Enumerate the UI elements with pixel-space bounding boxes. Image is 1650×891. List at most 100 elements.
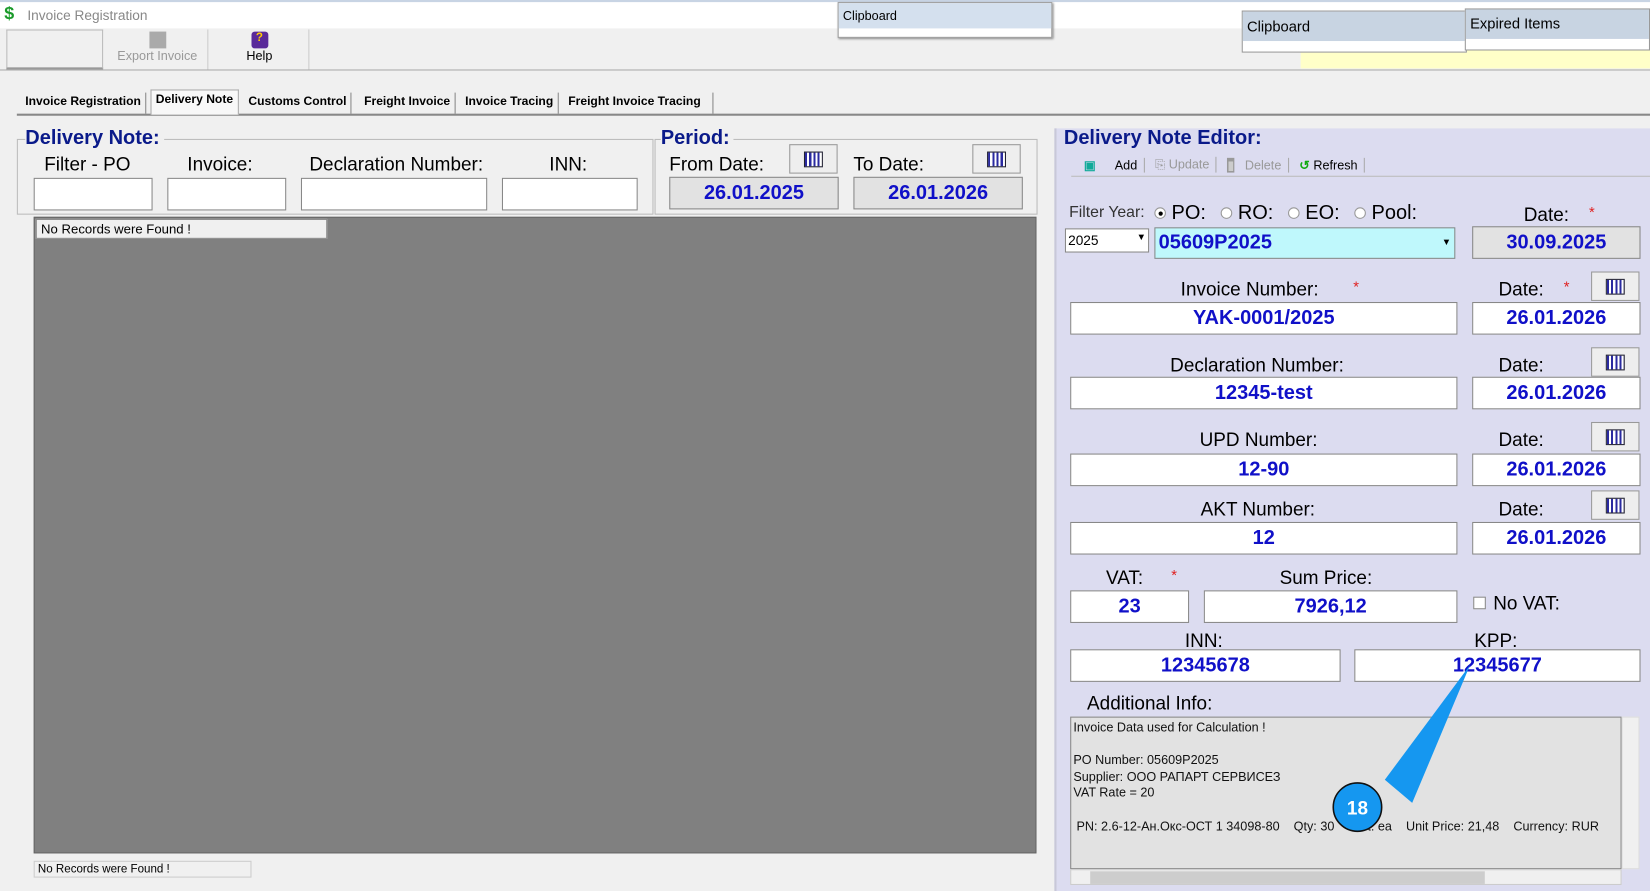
calendar-icon [987, 151, 1006, 167]
upd-number-field[interactable]: 12-90 [1070, 453, 1458, 487]
declaration-number-label: Declaration Number: [1170, 354, 1344, 376]
declaration-date-field[interactable]: 26.01.2026 [1472, 376, 1641, 410]
divider [0, 69, 1650, 71]
update-button[interactable]: ⎘ Update [1155, 156, 1217, 173]
invoice-number-label: Invoice Number: [1180, 278, 1319, 300]
calendar-icon [1605, 354, 1625, 370]
dollar-icon: $ [4, 3, 15, 24]
radio-eo-label: EO: [1305, 202, 1340, 225]
from-date-field[interactable]: 26.01.2025 [669, 176, 839, 210]
grid-empty-message: No Records were Found ! [35, 218, 328, 239]
inn-filter-label: INN: [549, 153, 588, 175]
inn-field[interactable]: 12345678 [1070, 649, 1341, 682]
export-invoice-button[interactable]: Export Invoice [107, 29, 209, 70]
po-dropdown[interactable]: 05609P2025 ▼ [1154, 227, 1456, 259]
to-date-calendar-button[interactable] [972, 144, 1021, 174]
annotation-number: 18 [1347, 798, 1368, 819]
invoice-date-label: Date: [1498, 278, 1544, 300]
expired-items-item[interactable]: Expired Items [1465, 9, 1649, 39]
vertical-scrollbar[interactable] [1621, 716, 1640, 870]
upd-date-calendar-button[interactable] [1591, 421, 1640, 452]
radio-eo[interactable]: EO: [1288, 202, 1340, 225]
from-date-calendar-button[interactable] [789, 144, 838, 174]
tab-freight-invoice[interactable]: Freight Invoice [360, 92, 456, 114]
akt-date-field[interactable]: 26.01.2026 [1472, 521, 1641, 555]
tab-customs-control[interactable]: Customs Control [244, 92, 352, 114]
radio-pool[interactable]: Pool: [1354, 202, 1417, 225]
annotation-pointer [1384, 665, 1471, 803]
tab-strip-line [16, 113, 1650, 116]
delete-label: Delete [1244, 157, 1282, 173]
filter-po-input[interactable] [33, 177, 153, 211]
vat-field[interactable]: 23 [1070, 590, 1190, 623]
required-marker: * [1588, 203, 1595, 220]
to-date-field[interactable]: 26.01.2026 [853, 176, 1023, 210]
declaration-date-calendar-button[interactable] [1591, 347, 1640, 377]
akt-number-label: AKT Number: [1200, 498, 1316, 520]
refresh-label: Refresh [1313, 157, 1358, 173]
tab-delivery-note[interactable]: Delivery Note [150, 89, 239, 115]
clipboard-item[interactable]: Clipboard [838, 3, 1052, 29]
help-label: Help [246, 48, 273, 64]
upd-number-label: UPD Number: [1199, 429, 1318, 451]
refresh-icon: ↺ [1299, 157, 1310, 173]
year-dropdown[interactable]: 2025 ▼ [1064, 228, 1150, 253]
app-window: Invoice Registration $ Export Invoice ? … [0, 0, 1650, 891]
add-button[interactable]: ▣ Add [1083, 157, 1145, 173]
delivery-note-grid[interactable] [33, 216, 1037, 854]
invoice-date-field[interactable]: 26.01.2026 [1472, 302, 1641, 335]
editor-title: Delivery Note Editor: [1063, 127, 1262, 150]
refresh-button[interactable]: ↺ Refresh [1299, 157, 1365, 173]
expired-items-popup[interactable]: Expired Items [1464, 8, 1650, 51]
delivery-note-title: Delivery Note: [25, 127, 164, 151]
horizontal-scrollbar[interactable] [1070, 869, 1622, 885]
delete-button[interactable]: ▮ Delete [1227, 157, 1289, 173]
po-date-field[interactable]: 30.09.2025 [1472, 226, 1641, 259]
export-icon [148, 31, 166, 49]
help-book-icon: ? [250, 31, 268, 49]
invoice-date-calendar-button[interactable] [1591, 271, 1640, 301]
required-marker: * [1171, 566, 1177, 583]
sum-price-label: Sum Price: [1279, 567, 1373, 589]
calendar-icon [1605, 278, 1625, 295]
additional-info-label: Additional Info: [1087, 692, 1213, 714]
tab-freight-invoice-tracing[interactable]: Freight Invoice Tracing [564, 92, 714, 114]
new-document-icon: ▣ [1083, 157, 1096, 173]
upd-date-label: Date: [1498, 429, 1544, 451]
clipboard-popup[interactable]: Clipboard [837, 2, 1053, 38]
akt-number-field[interactable]: 12 [1070, 521, 1458, 555]
annotation-callout: 18 [1332, 665, 1471, 833]
clipboard-item-2[interactable]: Clipboard [1242, 11, 1466, 42]
no-vat-checkbox[interactable] [1473, 596, 1486, 610]
calendar-icon [1605, 497, 1625, 513]
declaration-date-label: Date: [1498, 354, 1544, 376]
inn-filter-input[interactable] [501, 177, 638, 211]
declaration-filter-input[interactable] [300, 177, 488, 211]
required-marker: * [1353, 277, 1359, 295]
from-date-label: From Date: [669, 153, 765, 175]
chevron-down-icon: ▼ [1441, 236, 1452, 248]
po-date-label: Date: [1523, 204, 1570, 226]
declaration-number-field[interactable]: 12345-test [1070, 376, 1458, 410]
akt-date-calendar-button[interactable] [1591, 490, 1640, 520]
no-vat-label: No VAT: [1493, 592, 1560, 614]
radio-ro[interactable]: RO: [1220, 202, 1274, 225]
to-date-label: To Date: [853, 153, 924, 175]
upd-date-field[interactable]: 26.01.2026 [1472, 453, 1641, 487]
tab-invoice-registration[interactable]: Invoice Registration [21, 92, 147, 114]
sum-price-field[interactable]: 7926,12 [1203, 590, 1458, 623]
status-bar-text: No Records were Found ! [33, 860, 252, 878]
invoice-filter-input[interactable] [167, 177, 287, 211]
invoice-filter-label: Invoice: [187, 153, 253, 175]
tab-invoice-tracing[interactable]: Invoice Tracing [461, 92, 559, 114]
help-button[interactable]: ? Help [210, 29, 310, 70]
year-value: 2025 [1068, 232, 1099, 249]
clipboard-popup-2[interactable]: Clipboard [1241, 10, 1467, 53]
invoice-number-field[interactable]: YAK-0001/2025 [1070, 302, 1458, 335]
scrollbar-thumb[interactable] [1090, 871, 1485, 884]
radio-po[interactable]: PO: [1154, 202, 1206, 225]
add-label: Add [1114, 157, 1138, 173]
radio-ro-label: RO: [1237, 202, 1274, 225]
toolbar-blank-button[interactable] [6, 29, 104, 70]
period-title: Period: [660, 127, 734, 151]
